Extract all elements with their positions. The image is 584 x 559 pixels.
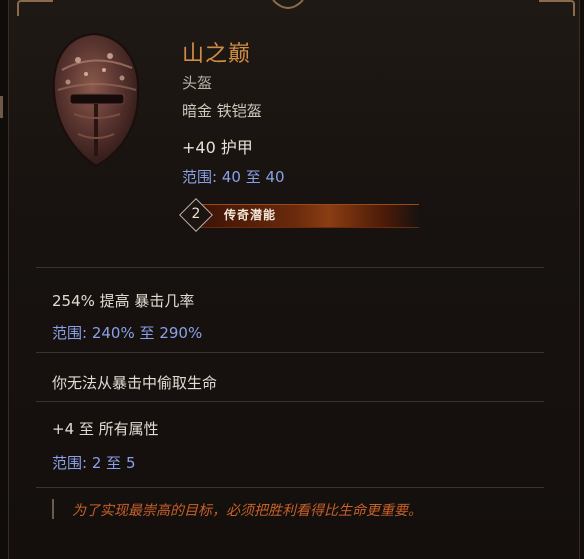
frame-corner-right <box>539 0 575 16</box>
affix-crit-chance: 254% 提高 暴击几率 <box>52 292 195 310</box>
divider <box>36 267 544 268</box>
badge-rank: 2 <box>191 206 201 222</box>
range-max: 290% <box>159 324 203 342</box>
range-label: 范围 <box>52 454 83 472</box>
divider <box>36 487 544 488</box>
frame-edge <box>0 96 3 118</box>
range-max: 40 <box>265 168 285 186</box>
range-sep: 至 <box>139 324 155 342</box>
legendary-badge: 2 传奇潜能 <box>179 198 420 232</box>
range-min: 240% <box>91 324 135 342</box>
divider <box>36 401 544 402</box>
iron-helm-icon <box>52 32 140 168</box>
range-sep: 至 <box>245 168 261 186</box>
armor-range: 范围: 40 至 40 <box>182 168 285 186</box>
flavor-bar <box>52 499 54 519</box>
range-min: 40 <box>221 168 241 186</box>
range-min: 2 <box>91 454 102 472</box>
divider <box>36 352 544 353</box>
range-label: 范围 <box>182 168 213 186</box>
frame-corner-left <box>17 0 53 16</box>
range-label: 范围 <box>52 324 83 342</box>
item-type: 头盔 <box>182 74 213 92</box>
affix-attributes-range: 范围: 2 至 5 <box>52 454 136 472</box>
badge-label: 传奇潜能 <box>224 208 277 222</box>
affix-no-life-steal: 你无法从暴击中偷取生命 <box>52 374 218 392</box>
range-sep: 至 <box>106 454 122 472</box>
affix-all-attributes: +4 至 所有属性 <box>52 420 159 438</box>
affix-crit-range: 范围: 240% 至 290% <box>52 324 203 342</box>
item-armor: +40 护甲 <box>182 138 253 157</box>
range-max: 5 <box>125 454 136 472</box>
item-name: 山之巅 <box>182 42 252 67</box>
item-rarity-type: 暗金 铁铠盔 <box>182 102 262 120</box>
flavor-text: 为了实现最崇高的目标，必须把胜利看得比生命更重要。 <box>72 503 422 519</box>
frame-ornament-icon <box>272 0 304 9</box>
